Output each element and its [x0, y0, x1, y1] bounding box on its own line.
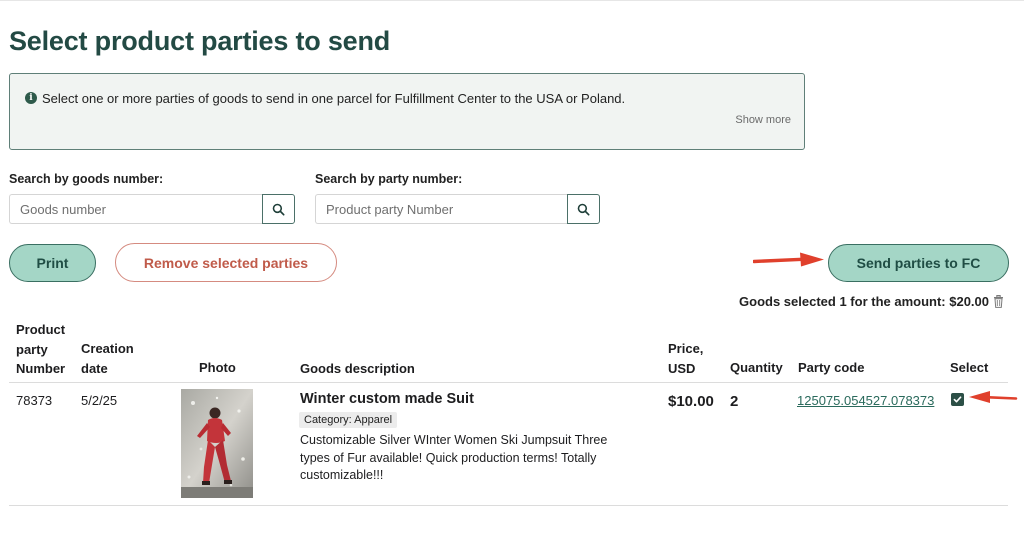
- send-parties-button[interactable]: Send parties to FC: [828, 244, 1009, 282]
- search-icon: [577, 203, 590, 216]
- select-checkbox[interactable]: [951, 393, 964, 406]
- product-photo: [181, 389, 253, 498]
- col-header-description: Goods description: [300, 361, 415, 376]
- party-number-input[interactable]: [315, 194, 568, 224]
- col-header-party-code: Party code: [798, 360, 865, 375]
- col-header-line: party: [16, 341, 48, 357]
- price-cell: $10.00: [668, 393, 714, 410]
- col-header-quantity: Quantity: [730, 360, 783, 375]
- col-header-line: Price,: [668, 341, 704, 356]
- info-notice: i Select one or more parties of goods to…: [9, 73, 805, 150]
- col-header-line: Product: [16, 322, 66, 337]
- page-title: Select product parties to send: [9, 26, 391, 56]
- selection-summary: Goods selected 1 for the amount: $20.00: [739, 294, 1004, 309]
- arrow-left-icon: [969, 391, 1018, 403]
- goods-search-label: Search by goods number:: [9, 172, 164, 186]
- goods-number-input[interactable]: [9, 194, 262, 224]
- product-title: Winter custom made Suit: [300, 391, 474, 407]
- party-code-link[interactable]: 125075.054527.078373: [797, 393, 934, 408]
- checkmark-icon: [953, 396, 962, 403]
- col-header-select: Select: [950, 360, 989, 375]
- col-header-photo: Photo: [199, 360, 236, 375]
- party-number-cell: 78373: [16, 393, 53, 408]
- col-header-creation-date: Creation date: [81, 339, 134, 378]
- party-search-button[interactable]: [567, 194, 600, 224]
- table-row-divider: [9, 505, 1008, 506]
- creation-date-cell: 5/2/25: [81, 393, 118, 408]
- quantity-cell: 2: [730, 393, 739, 410]
- show-more-link[interactable]: Show more: [735, 114, 791, 126]
- product-description: Customizable Silver WInter Women Ski Jum…: [300, 433, 608, 482]
- category-badge: Category: Apparel: [299, 412, 398, 428]
- summary-text: Goods selected 1 for the amount: $20.00: [739, 294, 989, 309]
- party-search-label: Search by party number:: [315, 172, 463, 186]
- col-header-line: date: [81, 360, 108, 376]
- info-text: Select one or more parties of goods to s…: [42, 91, 626, 106]
- table-header-divider: [9, 382, 1008, 383]
- goods-search-button[interactable]: [262, 194, 295, 224]
- col-header-party-number: Product party Number: [16, 320, 65, 379]
- info-icon: i: [25, 92, 37, 104]
- col-header-price: Price, USD: [668, 339, 703, 378]
- arrow-right-icon: [753, 252, 824, 267]
- col-header-line: Number: [16, 361, 66, 376]
- top-divider: [0, 0, 1024, 1]
- trash-icon[interactable]: [993, 295, 1004, 308]
- print-button[interactable]: Print: [9, 244, 96, 282]
- remove-selected-button[interactable]: Remove selected parties: [115, 243, 337, 282]
- col-header-line: Creation: [81, 341, 134, 356]
- search-icon: [272, 203, 285, 216]
- col-header-line: USD: [668, 360, 696, 376]
- product-photo-image: [181, 389, 253, 498]
